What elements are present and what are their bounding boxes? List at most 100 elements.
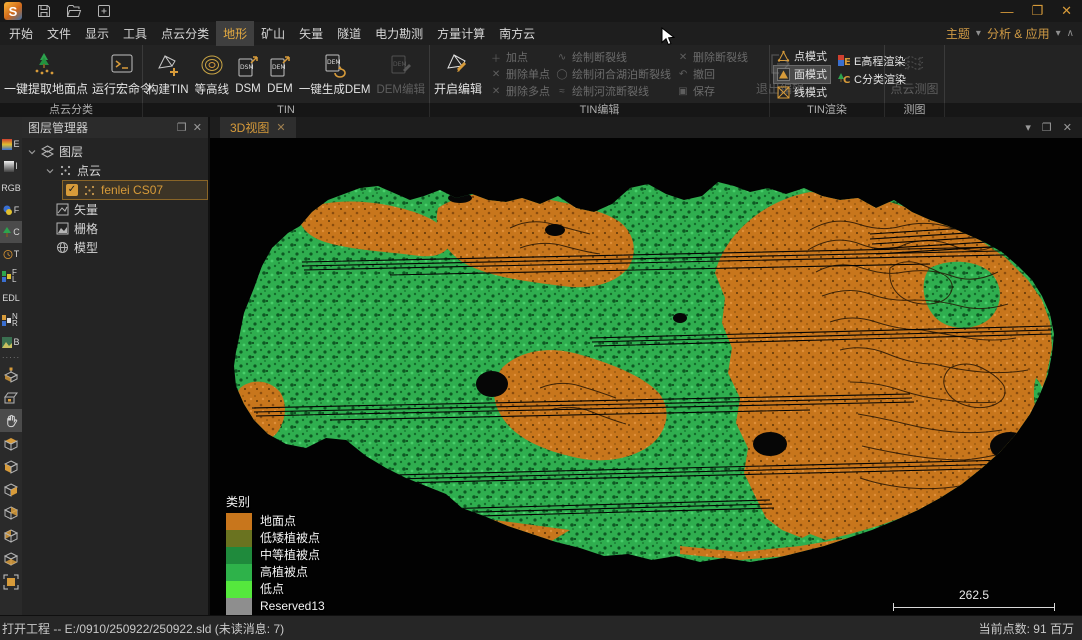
theme-dropdown-icon[interactable]: ▾ [976, 28, 981, 39]
pan-tool[interactable] [0, 409, 22, 432]
chevron-down-icon[interactable] [46, 167, 54, 175]
intensity-render-strip-button[interactable]: I [0, 155, 22, 177]
nr-render-strip-button[interactable]: NR [0, 309, 22, 331]
view-top-button[interactable] [0, 432, 22, 455]
dem-edit-button[interactable]: DEM DEM编辑 [374, 50, 427, 99]
classification-render-strip-button[interactable]: C [0, 221, 22, 243]
cube-right-view-icon [3, 505, 19, 521]
app-logo-icon: S [4, 2, 22, 20]
image-icon [2, 337, 12, 348]
view-float-icon[interactable]: ❐ [1042, 121, 1052, 134]
menu-tab-mine[interactable]: 矿山 [254, 21, 292, 46]
menu-tab-display[interactable]: 显示 [78, 21, 116, 46]
cube-front-view-icon [3, 459, 19, 475]
menu-tab-pointcloud-classify[interactable]: 点云分类 [154, 21, 216, 46]
menu-tab-power-survey[interactable]: 电力勘测 [368, 21, 430, 46]
dem-button[interactable]: DEM DEM [265, 52, 295, 97]
tab-3d-view[interactable]: 3D视图 ✕ [220, 117, 296, 138]
line-mode-button[interactable]: 线模式 [774, 84, 830, 101]
menu-tab-terrain[interactable]: 地形 [216, 21, 254, 46]
extract-ground-points-button[interactable]: 一键提取地面点 [2, 49, 90, 99]
b-render-strip-button[interactable]: B [0, 331, 22, 353]
tab-list-dropdown-icon[interactable]: ▾ [1025, 121, 1031, 134]
3d-canvas[interactable]: 类别 地面点 低矮植被点 中等植被点 高植被点 [210, 138, 1082, 615]
analysis-menu[interactable]: 分析 & 应用 [987, 25, 1050, 42]
menu-tab-file[interactable]: 文件 [40, 21, 78, 46]
dsm-button[interactable]: DSM DSM [233, 52, 263, 97]
group-label-tin-edit: TIN编辑 [430, 103, 770, 117]
view-back-button[interactable] [0, 524, 22, 547]
delete-multi-points-button[interactable]: ✕删除多点 [490, 84, 550, 99]
group-label-pointcloud-classify: 点云分类 [0, 103, 143, 117]
pointcloud-mapping-button[interactable]: 点云测图 [888, 49, 940, 99]
generate-dem-button[interactable]: DEM 一键生成DEM [297, 50, 373, 99]
view-right-button[interactable] [0, 501, 22, 524]
pin-box-icon [3, 367, 19, 383]
tree-node-raster[interactable]: 栅格 [22, 219, 208, 238]
svg-text:DEM: DEM [327, 59, 341, 66]
tree-node-cloud-item[interactable]: ✓ fenlei CS07 [62, 180, 208, 200]
slice-box-tool[interactable] [0, 386, 22, 409]
save-edit-button[interactable]: ▣保存 [677, 84, 748, 99]
chevron-down-icon[interactable] [28, 148, 36, 156]
menu-tab-southern-cloud[interactable]: 南方云 [492, 21, 542, 46]
menu-tab-start[interactable]: 开始 [2, 21, 40, 46]
view-bottom-button[interactable] [0, 547, 22, 570]
delete-point-icon: ✕ [490, 69, 502, 80]
panel-close-icon[interactable]: ✕ [193, 121, 202, 134]
fl-render-strip-button[interactable]: FL [0, 265, 22, 287]
legend-item-ground: 地面点 [226, 513, 325, 530]
legend-item-med-veg: 中等植被点 [226, 547, 325, 564]
draw-breakline-button[interactable]: ∿绘制断裂线 [556, 50, 671, 65]
view-left-button[interactable] [0, 478, 22, 501]
ribbon-group-labels: 点云分类 TIN TIN编辑 TIN渲染 测图 [0, 103, 1082, 117]
view-front-button[interactable] [0, 455, 22, 478]
panel-float-icon[interactable]: ❐ [177, 121, 187, 134]
theme-menu[interactable]: 主题 [946, 25, 970, 42]
tab-close-icon[interactable]: ✕ [276, 121, 285, 134]
build-tin-button[interactable]: 构建TIN [145, 50, 191, 99]
start-edit-button[interactable]: 开启编辑 [432, 49, 484, 99]
close-button[interactable]: ✕ [1061, 3, 1072, 19]
edl-render-strip-button[interactable]: EDL [0, 287, 22, 309]
menu-tab-volume-calc[interactable]: 方量计算 [430, 21, 492, 46]
rgb-render-strip-button[interactable]: RGB [0, 177, 22, 199]
group-label-empty [945, 103, 1082, 117]
tree-node-vector[interactable]: 矢量 [22, 200, 208, 219]
select-box-tool[interactable] [0, 363, 22, 386]
draw-river-breakline-button[interactable]: ≈绘制河流断裂线 [556, 84, 671, 99]
svg-text:DEM: DEM [393, 61, 407, 68]
menu-tab-vector[interactable]: 矢量 [292, 21, 330, 46]
f-render-strip-button[interactable]: F [0, 199, 22, 221]
time-render-strip-button[interactable]: T [0, 243, 22, 265]
tin-edit-breakline-tools: ∿绘制断裂线 ◯绘制闭合湖泊断裂线 ≈绘制河流断裂线 [556, 50, 671, 99]
elevation-render-strip-button[interactable]: E [0, 133, 22, 155]
tree-node-layers[interactable]: 图层 [22, 142, 208, 161]
tree-node-pointcloud[interactable]: 点云 [22, 161, 208, 180]
svg-text:E: E [844, 57, 850, 67]
view-close-icon[interactable]: ✕ [1063, 121, 1072, 134]
save-project-icon[interactable] [36, 3, 52, 19]
new-project-icon[interactable] [96, 3, 112, 19]
add-point-button[interactable]: ＋加点 [490, 50, 550, 65]
add-point-icon: ＋ [490, 50, 502, 65]
open-project-icon[interactable] [66, 3, 82, 19]
menu-tab-tools[interactable]: 工具 [116, 21, 154, 46]
zoom-extent-button[interactable] [0, 570, 22, 593]
undo-button[interactable]: ↶撤回 [677, 67, 748, 82]
breakline-icon: ∿ [556, 52, 568, 63]
contour-button[interactable]: 等高线 [193, 50, 232, 99]
delete-breakline-button[interactable]: ✕删除断裂线 [677, 50, 748, 65]
classification-tree-icon [2, 227, 12, 238]
tree-node-model[interactable]: 模型 [22, 238, 208, 257]
analysis-dropdown-icon[interactable]: ▾ [1056, 28, 1061, 39]
pointcloud-terrain [210, 138, 1080, 615]
collapse-ribbon-icon[interactable]: ∧ [1067, 28, 1074, 39]
minimize-button[interactable]: — [1000, 4, 1013, 19]
delete-point-button[interactable]: ✕删除单点 [490, 67, 550, 82]
draw-lake-breakline-button[interactable]: ◯绘制闭合湖泊断裂线 [556, 67, 671, 82]
layer-visibility-checkbox[interactable]: ✓ [66, 184, 78, 196]
menu-tab-tunnel[interactable]: 隧道 [330, 21, 368, 46]
restore-button[interactable]: ❐ [1031, 3, 1043, 19]
vector-icon [56, 203, 69, 216]
